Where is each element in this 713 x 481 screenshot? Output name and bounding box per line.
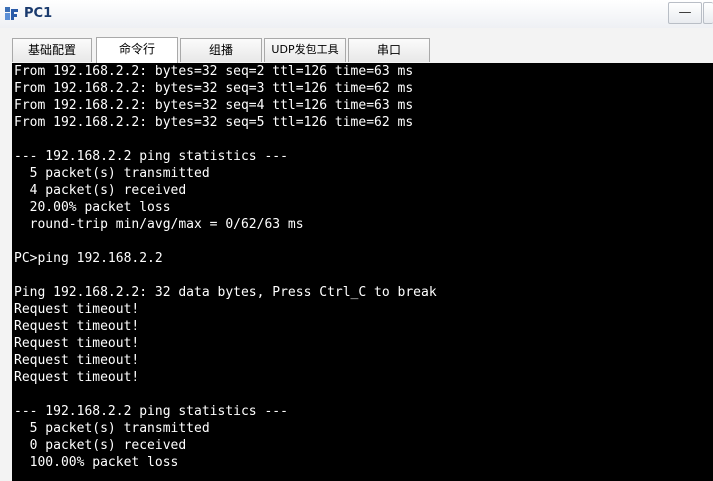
terminal-line: round-trip min/avg/max = 0/62/63 ms — [14, 217, 304, 232]
terminal-line: 0 packet(s) received — [14, 438, 187, 453]
tab-multicast[interactable]: 组播 — [180, 38, 262, 62]
terminal-line: Request timeout! — [14, 302, 140, 317]
tab-command-line[interactable]: 命令行 — [96, 37, 178, 63]
terminal-line: PC>ping 192.168.2.2 — [14, 251, 163, 266]
tab-basic-config[interactable]: 基础配置 — [12, 38, 92, 62]
terminal-output: From 192.168.2.2: bytes=32 seq=2 ttl=126… — [14, 63, 437, 471]
terminal-line: From 192.168.2.2: bytes=32 seq=2 ttl=126… — [14, 64, 414, 79]
terminal-line: From 192.168.2.2: bytes=32 seq=5 ttl=126… — [14, 115, 414, 130]
terminal-line: Request timeout! — [14, 336, 140, 351]
terminal-line: Request timeout! — [14, 370, 140, 385]
terminal-line: --- 192.168.2.2 ping statistics --- — [14, 149, 288, 164]
terminal-line: Request timeout! — [14, 353, 140, 368]
terminal-line: Request timeout! — [14, 319, 140, 334]
terminal-line: --- 192.168.2.2 ping statistics --- — [14, 404, 288, 419]
maximize-button[interactable] — [703, 2, 713, 24]
tab-udp-tool[interactable]: UDP发包工具 — [264, 38, 346, 62]
terminal-line: Ping 192.168.2.2: 32 data bytes, Press C… — [14, 285, 437, 300]
terminal-line: 5 packet(s) transmitted — [14, 166, 210, 181]
terminal-line: 4 packet(s) received — [14, 183, 187, 198]
tab-strip: 基础配置 命令行 组播 UDP发包工具 串口 — [0, 28, 713, 63]
pc-app-icon — [4, 6, 20, 22]
tab-serial-port[interactable]: 串口 — [348, 38, 430, 62]
window-title: PC1 — [24, 6, 53, 21]
terminal-line: From 192.168.2.2: bytes=32 seq=4 ttl=126… — [14, 98, 414, 113]
pc1-window: PC1 — 基础配置 命令行 组播 UDP发包工具 串口 From 192.16… — [0, 0, 713, 481]
terminal-line: 100.00% packet loss — [14, 455, 179, 470]
terminal-line: 20.00% packet loss — [14, 200, 171, 215]
command-line-terminal[interactable]: From 192.168.2.2: bytes=32 seq=2 ttl=126… — [12, 63, 713, 481]
terminal-line: 5 packet(s) transmitted — [14, 421, 210, 436]
terminal-line: From 192.168.2.2: bytes=32 seq=3 ttl=126… — [14, 81, 414, 96]
minimize-button[interactable]: — — [668, 2, 702, 24]
title-bar[interactable]: PC1 — — [0, 0, 713, 29]
